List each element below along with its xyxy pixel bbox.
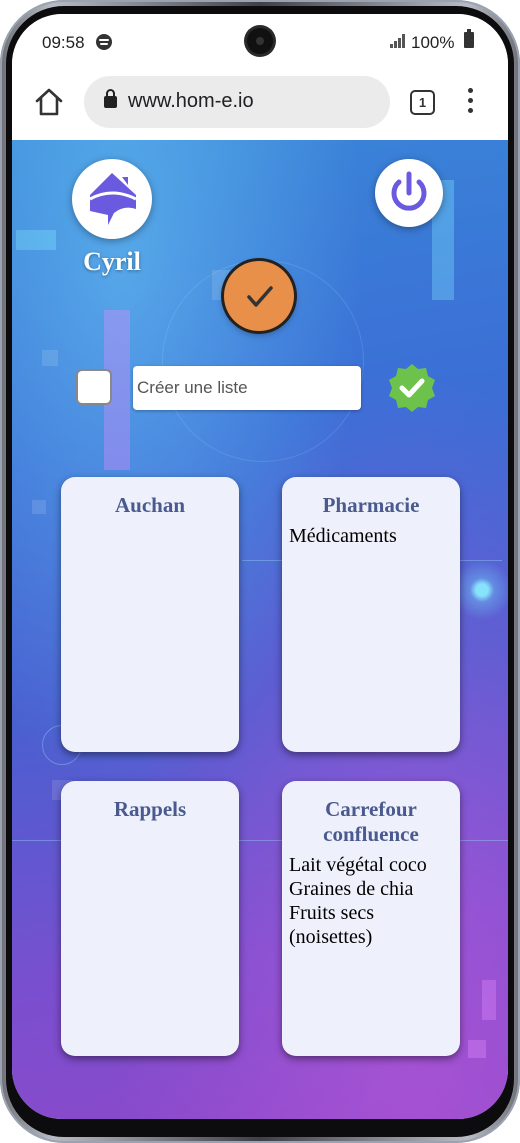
house-logo-icon: [89, 173, 137, 225]
battery-percent: 100%: [411, 33, 455, 52]
logout-button[interactable]: [375, 159, 443, 227]
check-icon: [247, 286, 273, 307]
power-icon: [391, 171, 427, 211]
lock-icon: [104, 89, 117, 108]
done-lists-button[interactable]: [224, 261, 294, 331]
list-card-rappels[interactable]: Rappels: [61, 781, 239, 1056]
list-item: Graines de chia: [289, 878, 414, 900]
list-card-title: Rappels: [113, 797, 187, 821]
list-card-carrefour-confluence[interactable]: Carrefour confluence Lait végétal coco G…: [282, 781, 460, 1056]
list-item: Fruits secs (noisettes): [289, 902, 374, 948]
status-time: 09:58: [42, 33, 85, 52]
list-card-title: Carrefour confluence: [323, 797, 419, 846]
bg-decoration: [16, 230, 56, 250]
username: Cyril: [83, 247, 141, 276]
list-card-pharmacie[interactable]: Pharmacie Médicaments: [282, 477, 460, 752]
list-card-title: Auchan: [114, 493, 186, 517]
front-camera: [247, 28, 273, 54]
status-bar: 09:58 100%: [12, 14, 508, 70]
bg-decoration: [32, 500, 46, 514]
home-icon[interactable]: [34, 87, 64, 117]
bg-decoration: [42, 350, 58, 366]
browser-menu-icon[interactable]: [468, 88, 474, 114]
bg-decoration: [482, 980, 496, 1020]
list-item: Médicaments: [289, 525, 397, 547]
list-item: Lait végétal coco: [289, 854, 427, 876]
validate-badge-icon[interactable]: [386, 362, 438, 414]
tab-switcher-button[interactable]: 1: [410, 90, 435, 115]
address-bar[interactable]: www.hom-e.io: [84, 76, 390, 128]
list-card-auchan[interactable]: Auchan: [61, 477, 239, 752]
screen: 09:58 100% www.hom-e.io 1 Cyril Créer un…: [12, 14, 508, 1119]
select-all-checkbox[interactable]: [78, 371, 110, 403]
battery-icon: [464, 29, 474, 48]
list-card-title: Pharmacie: [322, 493, 420, 517]
create-list-input[interactable]: [133, 366, 361, 410]
spotify-icon: [96, 34, 112, 50]
bg-decoration: [468, 1040, 486, 1058]
app-logo[interactable]: [72, 159, 152, 239]
url-text: www.hom-e.io: [128, 90, 254, 112]
signal-icon: [390, 34, 408, 48]
